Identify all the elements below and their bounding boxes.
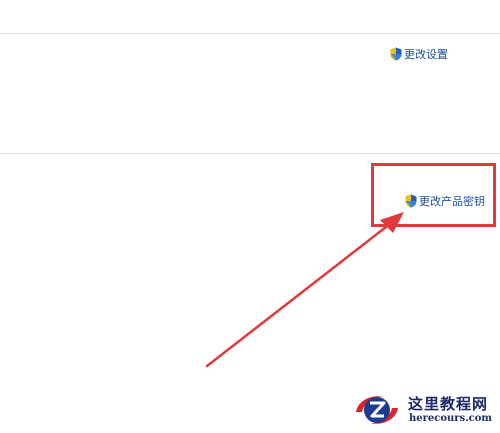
- change-settings-label: 更改设置: [404, 48, 448, 61]
- section-divider-top: [0, 33, 500, 34]
- change-settings-link[interactable]: 更改设置: [390, 46, 448, 62]
- change-product-key-label: 更改产品密钥: [419, 195, 485, 208]
- watermark-title: 这里教程网: [408, 395, 489, 413]
- watermark-logo-icon: [356, 396, 398, 424]
- watermark-url: herecours.com: [409, 413, 493, 424]
- section-divider-middle: [0, 153, 500, 154]
- uac-shield-icon: [405, 194, 417, 208]
- change-product-key-link[interactable]: 更改产品密钥: [405, 193, 485, 209]
- site-watermark: 这里教程网 herecours.com: [350, 388, 500, 433]
- uac-shield-icon: [390, 47, 402, 61]
